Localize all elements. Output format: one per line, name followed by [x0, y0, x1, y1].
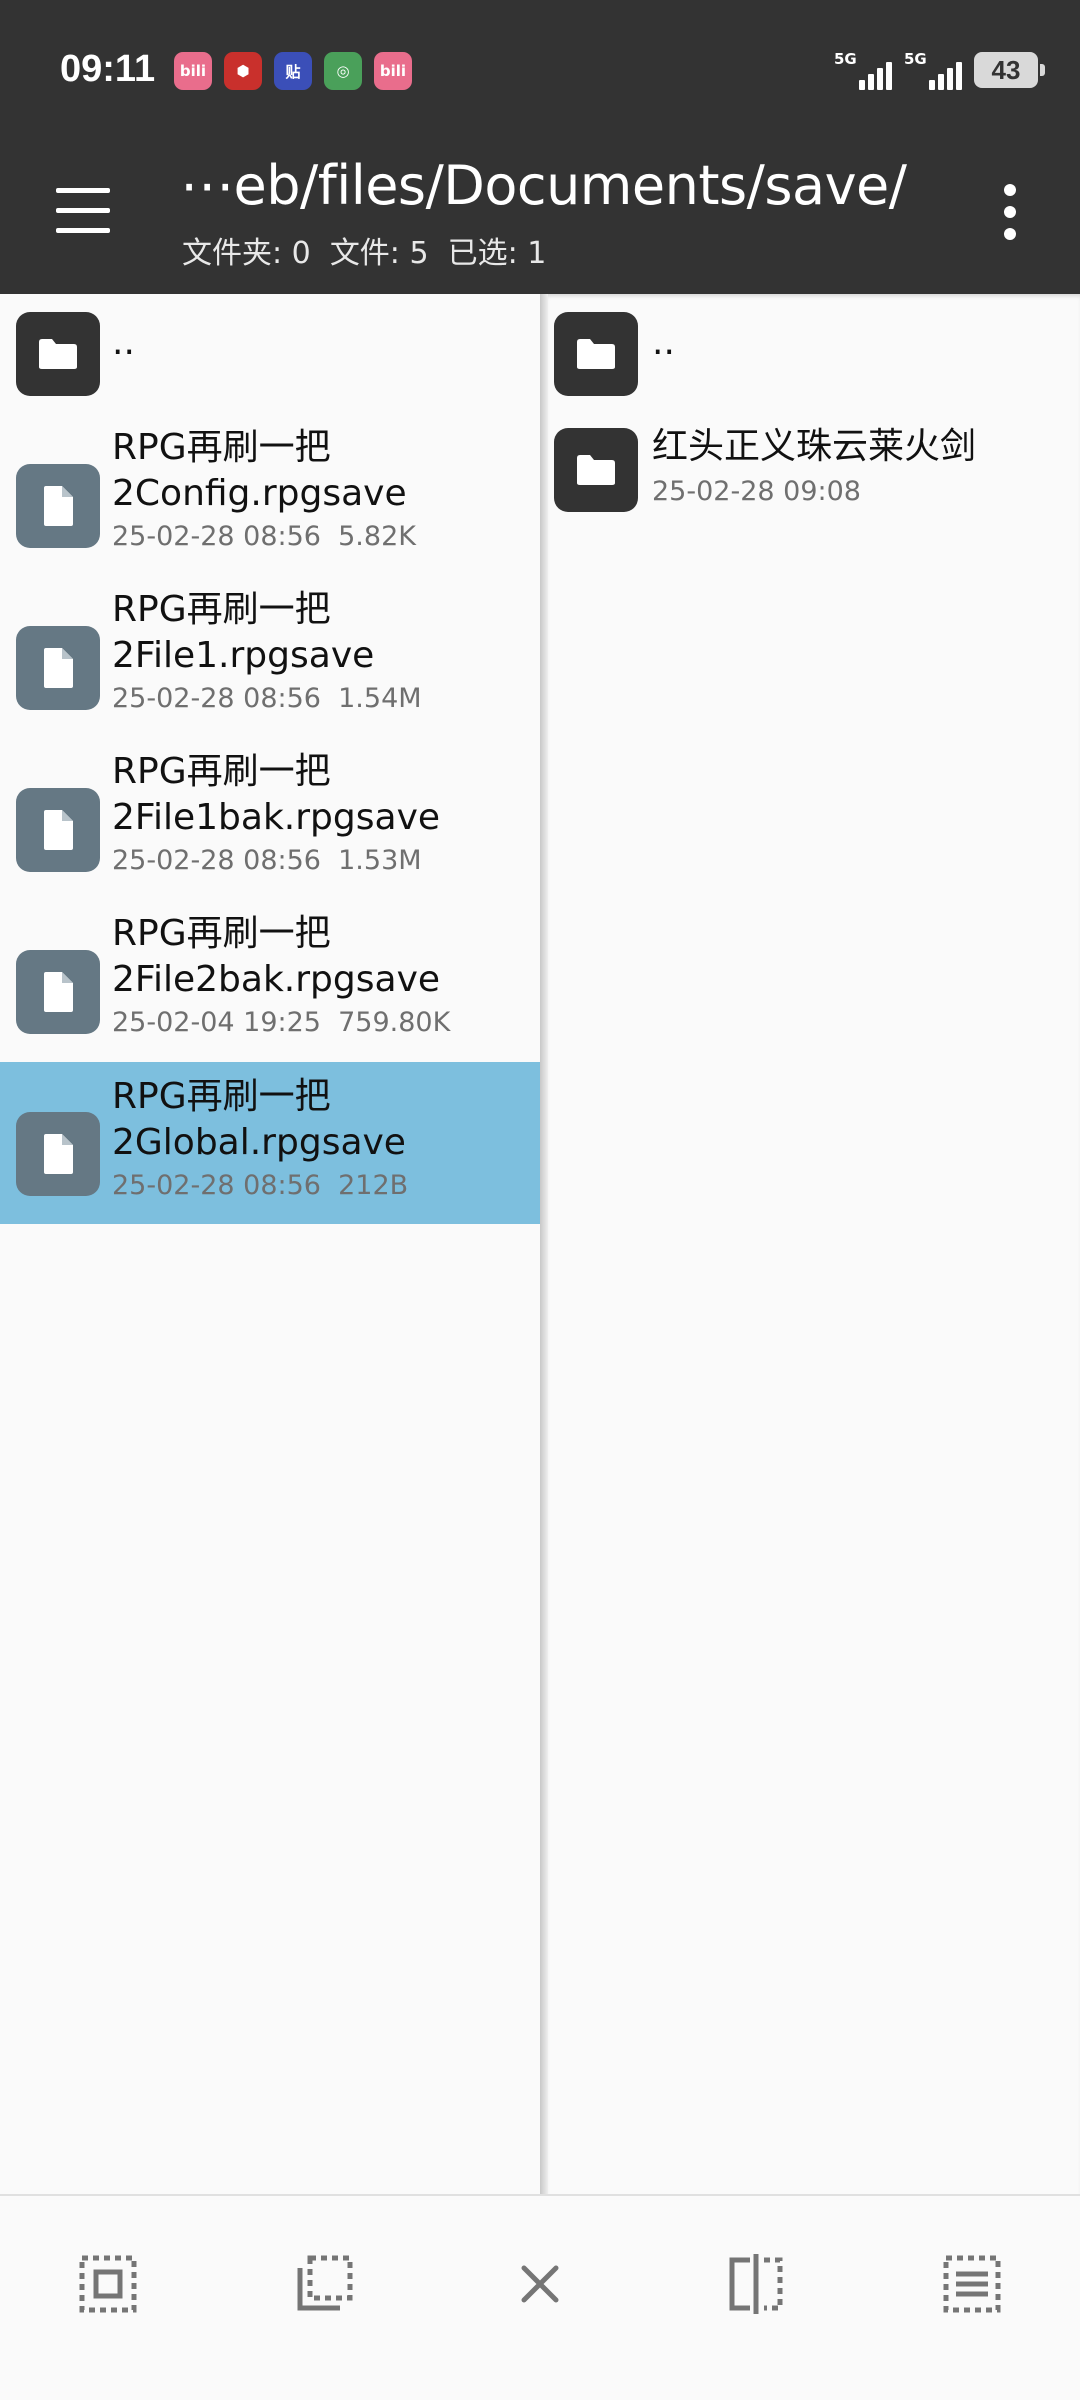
item-size: 1.54M — [338, 683, 422, 714]
item-date: 25-02-28 08:56 — [112, 1170, 321, 1201]
folder-icon — [554, 428, 638, 512]
select-all-button[interactable] — [72, 2248, 144, 2320]
folder-icon — [554, 312, 638, 396]
bilibili-icon-2: bili — [374, 52, 412, 90]
item-meta: 25-02-28 08:56 212B — [112, 1170, 408, 1201]
item-name: RPG再刷一把 2File1bak.rpgsave — [112, 749, 440, 841]
list-item-selected[interactable]: RPG再刷一把 2Global.rpgsave 25-02-28 08:56 2… — [0, 1062, 540, 1224]
item-name-line1: RPG再刷一把 — [112, 751, 331, 792]
file-icon — [16, 464, 100, 548]
list-item[interactable]: 红头正义珠云莱火剑 25-02-28 09:08 — [548, 416, 1080, 538]
list-item-parent-left[interactable]: .. — [0, 294, 540, 398]
item-date: 25-02-28 08:56 — [112, 683, 321, 714]
current-path: ⋯eb/files/Documents/save/ — [180, 154, 907, 217]
status-time: 09:11 — [60, 48, 156, 90]
item-date: 25-02-28 08:56 — [112, 521, 321, 552]
list-item[interactable]: RPG再刷一把 2File2bak.rpgsave 25-02-04 19:25… — [0, 911, 540, 1073]
item-date: 25-02-28 08:56 — [112, 845, 321, 876]
select-list-button[interactable] — [936, 2248, 1008, 2320]
item-date: 25-02-28 09:08 — [652, 476, 861, 507]
files-count: 文件: 5 — [329, 236, 429, 271]
signal-5g-icon-1: 5G — [834, 50, 892, 90]
battery-icon: 43 — [974, 52, 1045, 88]
tieba-icon: 贴 — [274, 52, 312, 90]
pane-divider[interactable] — [540, 294, 548, 2194]
folders-count: 文件夹: 0 — [182, 236, 311, 271]
folder-icon — [16, 312, 100, 396]
item-name-line1: RPG再刷一把 — [112, 589, 331, 630]
list-item[interactable]: RPG再刷一把 2Config.rpgsave 25-02-28 08:56 5… — [0, 425, 540, 587]
list-item[interactable]: RPG再刷一把 2File1bak.rpgsave 25-02-28 08:56… — [0, 749, 540, 911]
item-name-line2: 2Global.rpgsave — [112, 1122, 406, 1163]
bilibili-icon: bili — [174, 52, 212, 90]
item-meta: 25-02-04 19:25 759.80K — [112, 1007, 450, 1038]
item-name-line2: 2Config.rpgsave — [112, 473, 407, 514]
file-icon — [16, 950, 100, 1034]
item-meta: 25-02-28 08:56 1.54M — [112, 683, 422, 714]
right-pane[interactable]: .. 红头正义珠云莱火剑 25-02-28 09:08 — [548, 294, 1080, 2194]
file-manager-app: 09:11 bili ⬢ 贴 ◎ bili 5G 5G 43 ⋯eb/files… — [0, 0, 1080, 2400]
list-item-parent-right[interactable]: .. — [548, 294, 1080, 398]
item-meta: 25-02-28 08:56 1.53M — [112, 845, 422, 876]
menu-button[interactable] — [52, 186, 114, 236]
path-stats: 文件夹: 0 文件: 5 已选: 1 — [182, 228, 546, 272]
item-name-line2: 2File2bak.rpgsave — [112, 959, 441, 1000]
bottom-action-bar — [0, 2194, 1080, 2400]
list-item[interactable]: RPG再刷一把 2File1.rpgsave 25-02-28 08:56 1.… — [0, 587, 540, 749]
item-name-line1: RPG再刷一把 — [112, 1076, 331, 1117]
select-range-button[interactable] — [288, 2248, 360, 2320]
item-name: RPG再刷一把 2File2bak.rpgsave — [112, 911, 440, 1003]
app-store-icon: ⬢ — [224, 52, 262, 90]
item-name-line1: RPG再刷一把 — [112, 913, 331, 954]
item-size: 212B — [338, 1170, 409, 1201]
item-size: 759.80K — [338, 1007, 451, 1038]
item-name-line2: 2File1.rpgsave — [112, 635, 375, 676]
toolbar: ⋯eb/files/Documents/save/ 文件夹: 0 文件: 5 已… — [0, 140, 1080, 294]
file-icon — [16, 788, 100, 872]
signal-tag-1: 5G — [834, 50, 857, 68]
notification-icons: bili ⬢ 贴 ◎ bili — [174, 52, 412, 90]
invert-selection-button[interactable] — [720, 2248, 792, 2320]
file-icon — [16, 1112, 100, 1196]
item-name: 红头正义珠云莱火剑 — [652, 426, 977, 467]
item-meta: 25-02-28 08:56 5.82K — [112, 521, 416, 552]
item-name: RPG再刷一把 2Global.rpgsave — [112, 1074, 406, 1166]
item-name: RPG再刷一把 2File1.rpgsave — [112, 587, 374, 679]
list-select-icon — [943, 2255, 1001, 2313]
item-name: RPG再刷一把 2Config.rpgsave — [112, 425, 407, 517]
file-icon — [16, 626, 100, 710]
selected-count: 已选: 1 — [447, 236, 547, 271]
status-indicators: 5G 5G 43 — [834, 50, 1045, 90]
select-all-icon — [79, 2255, 137, 2313]
item-name: .. — [652, 322, 675, 363]
clear-selection-button[interactable] — [504, 2248, 576, 2320]
item-name-line1: RPG再刷一把 — [112, 427, 331, 468]
item-size: 1.53M — [338, 845, 422, 876]
more-options-button[interactable] — [1000, 184, 1020, 240]
signal-tag-2: 5G — [904, 50, 927, 68]
item-name: .. — [112, 322, 135, 363]
left-pane[interactable]: .. RPG再刷一把 2Config.rpgsave 25-02-28 08:5… — [0, 294, 540, 2194]
signal-5g-icon-2: 5G — [904, 50, 962, 90]
close-icon — [521, 2265, 559, 2303]
item-size: 5.82K — [338, 521, 416, 552]
select-range-icon — [297, 2255, 353, 2311]
status-bar: 09:11 bili ⬢ 贴 ◎ bili 5G 5G 43 — [0, 0, 1080, 140]
item-name-line2: 2File1bak.rpgsave — [112, 797, 441, 838]
item-date: 25-02-04 19:25 — [112, 1007, 321, 1038]
invert-selection-icon — [729, 2254, 783, 2314]
china-mobile-icon: ◎ — [324, 52, 362, 90]
